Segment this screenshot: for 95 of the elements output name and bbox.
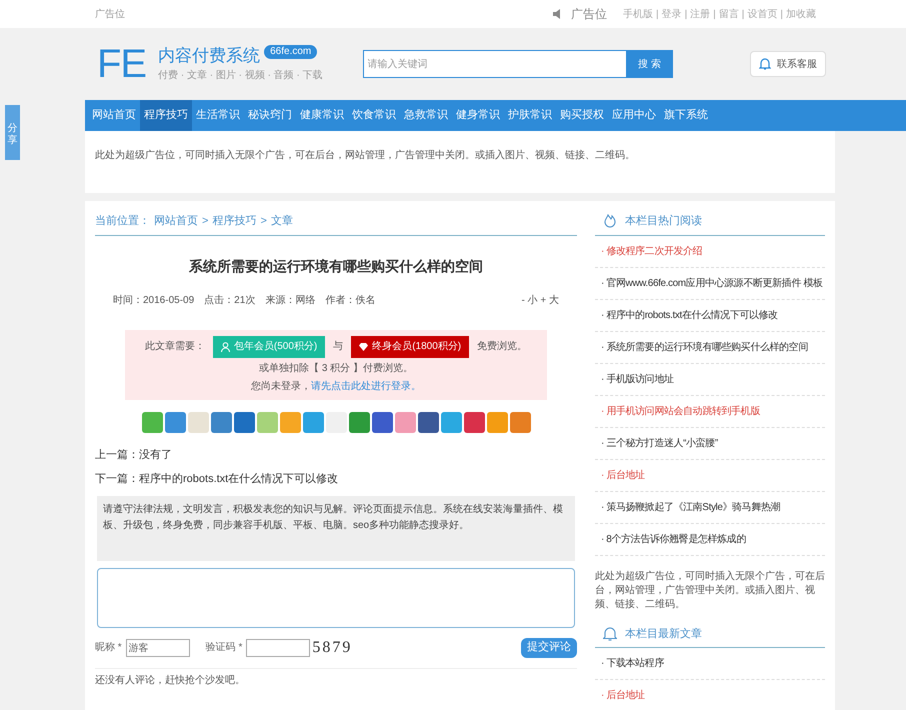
paywall-conjunction: 与: [333, 340, 344, 354]
font-size-controls[interactable]: - 小 + 大: [521, 292, 559, 308]
sidebar-heading: 本栏目最新文章: [625, 626, 702, 642]
sidebar-article-link[interactable]: · 程序中的robots.txt在什么情况下可以修改: [595, 300, 825, 332]
sidebar-ad-text: 此处为超级广告位，可同时插入无限个广告，可在后台，网站管理，广告管理中关闭。或插入图片、视频、链接、二维码。: [595, 570, 825, 612]
sidebar-article-link[interactable]: · 后台地址: [595, 680, 825, 710]
ad-title: 广告位: [570, 6, 607, 23]
top-link[interactable]: 设首页: [747, 6, 778, 22]
article-title: 系统所需要的运行环境有哪些购买什么样的空间: [188, 256, 484, 276]
nav-tab[interactable]: 生活常识: [192, 100, 244, 131]
domain-badge: 66fe.com: [264, 44, 318, 59]
sidebar-article-link[interactable]: · 官网www.66fe.com应用中心源源不断更新插件 模板: [595, 268, 825, 300]
ad-banner-text: 此处为超级广告位，可同时插入无限个广告，可在后台，网站管理，广告管理中关闭。或插入图片、视频、链接、二维码。: [95, 148, 636, 163]
nav-tab[interactable]: 秘诀窍门: [244, 100, 296, 131]
nav-tab[interactable]: 饮食常识: [348, 100, 400, 131]
login-link[interactable]: 请先点击此处进行登录。: [311, 378, 421, 394]
logo-mark: FE: [97, 44, 146, 84]
captcha-label: 验证码 *: [206, 641, 242, 655]
top-link[interactable]: 加收藏: [786, 6, 816, 22]
search-field[interactable]: 请输入关键词: [362, 50, 627, 78]
nav-tab[interactable]: 旗下系统: [660, 100, 712, 131]
sidebar-article-link[interactable]: · 手机版访问地址: [595, 364, 825, 396]
nickname-label: 昵称 *: [95, 641, 122, 655]
share-icon[interactable]: [510, 412, 530, 432]
top-link[interactable]: 登录: [662, 6, 682, 22]
top-link[interactable]: 注册: [690, 6, 710, 22]
nickname-field[interactable]: 游客: [126, 638, 190, 656]
article-meta: 来源：网络: [265, 294, 316, 308]
share-icon[interactable]: [234, 412, 254, 432]
bell-icon: [759, 57, 771, 71]
comment-input[interactable]: [97, 568, 575, 628]
link-separator: |: [684, 8, 688, 22]
share-icon[interactable]: [164, 412, 186, 432]
nav-tab[interactable]: 健康常识: [296, 100, 348, 131]
ad-label: 广告位: [95, 8, 125, 22]
flame-icon: [603, 214, 617, 228]
link-separator: |: [780, 8, 783, 22]
paywall-lead: 此文章需要：: [144, 340, 205, 354]
lifetime-member-button[interactable]: 终身会员(1800积分): [351, 336, 470, 358]
share-icon[interactable]: [418, 412, 438, 432]
yearly-member-button[interactable]: 包年会员(500积分): [212, 336, 326, 358]
user-icon: [220, 342, 230, 352]
comment-rules-box[interactable]: 请遵守法律法规，文明发言，积极发表您的知识与见解。评论页面提示信息。系统在线安装海量插件、模板、升级包，终身免费，同步兼容手机版、平板、电脑。seo多种功能静态搜录好。: [97, 496, 575, 560]
nav-tab[interactable]: 购买授权: [556, 100, 608, 131]
breadcrumb-separator: >: [260, 214, 267, 229]
link-separator: |: [742, 8, 744, 22]
article-meta: 作者：佚名: [325, 294, 376, 308]
nav-tab[interactable]: 护肤常识: [504, 100, 556, 131]
diamond-icon: [359, 342, 368, 350]
submit-comment-button[interactable]: 提交评论: [521, 638, 577, 658]
previous-article-link[interactable]: 上一篇：没有了: [95, 446, 577, 463]
empty-comments-notice: 还没有人评论，赶快抢个沙发吧。: [95, 668, 577, 688]
top-link[interactable]: 手机版: [622, 6, 653, 22]
breadcrumb-link[interactable]: 网站首页: [154, 213, 198, 230]
share-icon[interactable]: [302, 412, 324, 432]
share-icon[interactable]: [372, 412, 392, 432]
bell-icon: [603, 626, 617, 642]
single-price-text: 或单独扣除【 3 积分 】付费浏览。: [259, 362, 413, 376]
breadcrumb-separator: >: [202, 214, 208, 229]
nav-tab[interactable]: 急救常识: [400, 100, 452, 131]
link-separator: |: [713, 8, 716, 22]
sidebar-article-link[interactable]: · 系统所需要的运行环境有哪些购买什么样的空间: [595, 332, 825, 364]
share-icon[interactable]: [348, 412, 370, 432]
share-icon[interactable]: [464, 412, 484, 432]
captcha-field[interactable]: [246, 638, 310, 656]
nav-tab[interactable]: 网站首页: [88, 100, 140, 131]
breadcrumb-link[interactable]: 程序技巧: [212, 213, 256, 230]
site-tagline: 付费 · 文章 · 图片 · 视频 · 音频 · 下载: [158, 68, 323, 84]
login-prompt: 您尚未登录，: [251, 380, 311, 394]
speaker-icon: [552, 9, 563, 19]
search-button[interactable]: 搜 索: [626, 50, 673, 78]
nav-tab[interactable]: 应用中心: [608, 100, 660, 131]
top-link[interactable]: 留言: [718, 6, 739, 22]
article-meta: 时间：2016-05-09: [113, 294, 194, 308]
sidebar-heading: 本栏目热门阅读: [625, 214, 702, 229]
sidebar-article-link[interactable]: · 策马扬鞭掀起了《江南Style》骑马舞热潮: [595, 492, 825, 524]
sidebar-article-link[interactable]: · 8个方法告诉你翘臀是怎样炼成的: [595, 524, 825, 556]
link-separator: |: [656, 8, 659, 22]
sidebar-article-link[interactable]: · 修改程序二次开发介绍: [595, 236, 825, 268]
sidebar-article-link[interactable]: · 三个秘方打造迷人“小蛮腰”: [595, 428, 825, 460]
breadcrumb-label: 当前位置：: [95, 214, 150, 229]
breadcrumb-link[interactable]: 文章: [270, 213, 293, 230]
share-icon[interactable]: [210, 412, 232, 432]
contact-button[interactable]: 联系客服: [750, 51, 826, 77]
sidebar-article-link[interactable]: · 下载本站程序: [595, 648, 825, 680]
site-name: 内容付费系统: [158, 44, 260, 66]
article-meta: 点击：21次: [204, 294, 256, 308]
nav-tab[interactable]: 健身常识: [452, 100, 504, 131]
next-article-link[interactable]: 下一篇：程序中的robots.txt在什么情况下可以修改: [95, 471, 577, 488]
share-tab[interactable]: 分享: [5, 105, 20, 160]
captcha-image: 5879: [312, 638, 352, 658]
sidebar-article-link[interactable]: · 用手机访问网站会自动跳转到手机版: [595, 396, 825, 428]
paywall-suffix: 免费浏览。: [477, 340, 528, 354]
nav-tab[interactable]: 程序技巧: [140, 100, 192, 131]
sidebar-article-link[interactable]: · 后台地址: [595, 460, 825, 492]
